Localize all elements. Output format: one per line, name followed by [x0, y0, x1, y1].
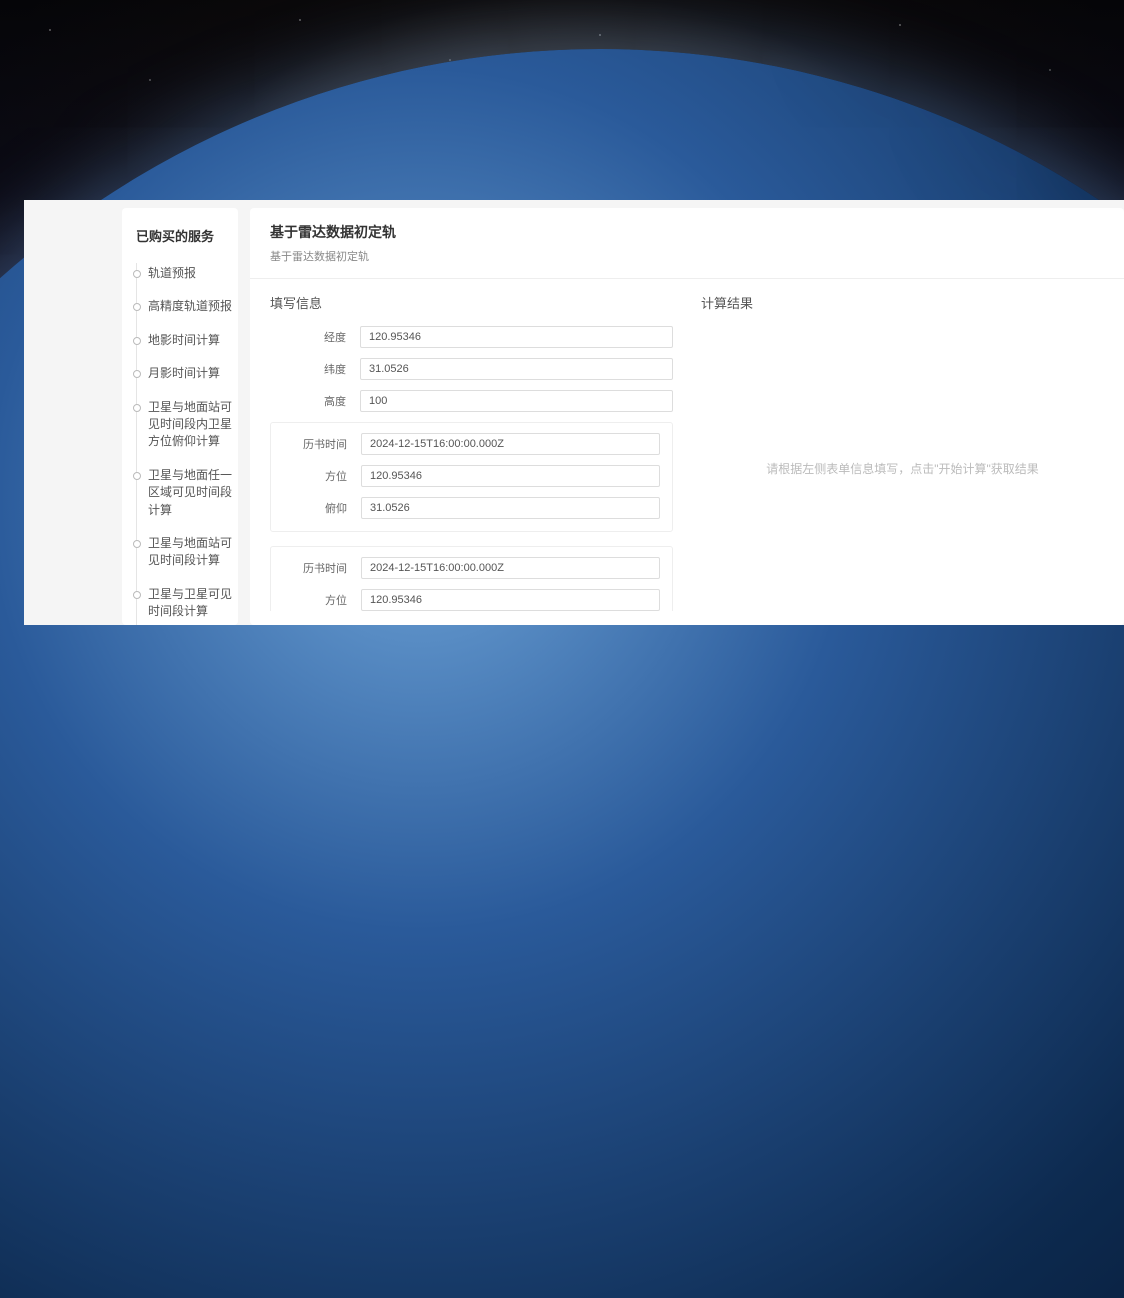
row-epoch-1: 历书时间: [283, 557, 660, 579]
label-lng: 经度: [270, 329, 360, 345]
sidebar-item-3[interactable]: 月影时间计算: [122, 357, 238, 390]
input-azimuth-1[interactable]: [361, 589, 660, 611]
sidebar-item-1[interactable]: 高精度轨道预报: [122, 290, 238, 323]
result-placeholder: 请根据左侧表单信息填写，点击"开始计算"获取结果: [766, 460, 1039, 477]
result-section-title: 计算结果: [701, 293, 1104, 312]
sidebar-nav: 轨道预报 高精度轨道预报 地影时间计算 月影时间计算 卫星与地面站可见时间段内卫…: [122, 257, 238, 625]
sidebar-item-5[interactable]: 卫星与地面任一区域可见时间段计算: [122, 459, 238, 527]
row-lat: 纬度: [270, 358, 673, 380]
sidebar-item-6[interactable]: 卫星与地面站可见时间段计算: [122, 527, 238, 578]
page-subtitle: 基于雷达数据初定轨: [270, 248, 1104, 264]
row-alt: 高度: [270, 390, 673, 412]
sidebar-item-0[interactable]: 轨道预报: [122, 257, 238, 290]
measurement-group-1: 历书时间 方位 俯仰: [270, 546, 673, 611]
sidebar-item-4[interactable]: 卫星与地面站可见时间段内卫星方位俯仰计算: [122, 391, 238, 459]
input-lng[interactable]: [360, 326, 673, 348]
input-azimuth-0[interactable]: [361, 465, 660, 487]
input-lat[interactable]: [360, 358, 673, 380]
main-content: 基于雷达数据初定轨 基于雷达数据初定轨 填写信息 经度 纬度 高度: [250, 208, 1124, 625]
row-elevation-0: 俯仰: [283, 497, 660, 519]
row-epoch-0: 历书时间: [283, 433, 660, 455]
label-elevation: 俯仰: [283, 500, 361, 516]
sidebar-title: 已购买的服务: [122, 208, 238, 257]
label-epoch: 历书时间: [283, 436, 361, 452]
row-lng: 经度: [270, 326, 673, 348]
label-alt: 高度: [270, 393, 360, 409]
input-alt[interactable]: [360, 390, 673, 412]
app-panel: 已购买的服务 轨道预报 高精度轨道预报 地影时间计算 月影时间计算 卫星与地面站…: [24, 200, 1124, 625]
divider: [250, 278, 1124, 279]
form-column: 填写信息 经度 纬度 高度 历书时间: [270, 293, 677, 611]
row-azimuth-0: 方位: [283, 465, 660, 487]
content-columns: 填写信息 经度 纬度 高度 历书时间: [270, 293, 1104, 611]
measurement-group-0: 历书时间 方位 俯仰: [270, 422, 673, 532]
row-azimuth-1: 方位: [283, 589, 660, 611]
left-margin: [24, 200, 110, 625]
sidebar-item-7[interactable]: 卫星与卫星可见时间段计算: [122, 578, 238, 625]
input-epoch-1[interactable]: [361, 557, 660, 579]
result-body: 请根据左侧表单信息填写，点击"开始计算"获取结果: [701, 326, 1104, 611]
page-title: 基于雷达数据初定轨: [270, 222, 1104, 242]
label-azimuth: 方位: [283, 468, 361, 484]
input-epoch-0[interactable]: [361, 433, 660, 455]
sidebar-item-2[interactable]: 地影时间计算: [122, 324, 238, 357]
result-column: 计算结果 请根据左侧表单信息填写，点击"开始计算"获取结果: [701, 293, 1104, 611]
label-epoch: 历书时间: [283, 560, 361, 576]
input-elevation-0[interactable]: [361, 497, 660, 519]
form-section-title: 填写信息: [270, 293, 673, 312]
label-lat: 纬度: [270, 361, 360, 377]
label-azimuth: 方位: [283, 592, 361, 608]
sidebar: 已购买的服务 轨道预报 高精度轨道预报 地影时间计算 月影时间计算 卫星与地面站…: [122, 208, 238, 625]
